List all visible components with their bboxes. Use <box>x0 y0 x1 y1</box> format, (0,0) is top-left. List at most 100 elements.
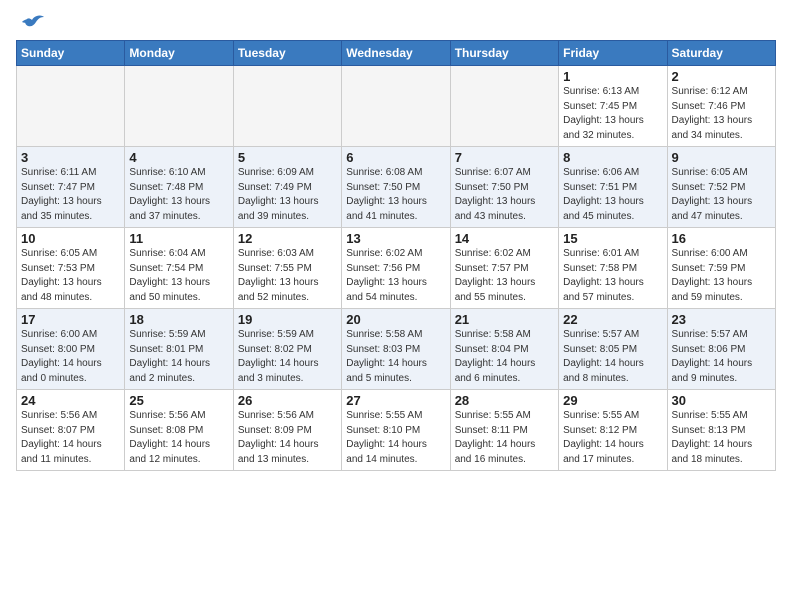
day-info: Sunrise: 6:01 AMSunset: 7:58 PMDaylight:… <box>563 247 662 305</box>
day-info: Sunrise: 6:07 AMSunset: 7:50 PMDaylight:… <box>455 166 554 224</box>
day-number: 6 <box>346 150 445 165</box>
day-info: Sunrise: 5:57 AMSunset: 8:06 PMDaylight:… <box>672 328 771 386</box>
calendar-cell <box>342 66 450 147</box>
weekday-header-thursday: Thursday <box>450 41 558 66</box>
calendar-cell: 28Sunrise: 5:55 AMSunset: 8:11 PMDayligh… <box>450 390 558 471</box>
day-number: 25 <box>129 393 228 408</box>
calendar-week-2: 3Sunrise: 6:11 AMSunset: 7:47 PMDaylight… <box>17 147 776 228</box>
calendar-week-1: 1Sunrise: 6:13 AMSunset: 7:45 PMDaylight… <box>17 66 776 147</box>
day-info: Sunrise: 5:58 AMSunset: 8:03 PMDaylight:… <box>346 328 445 386</box>
calendar-cell: 16Sunrise: 6:00 AMSunset: 7:59 PMDayligh… <box>667 228 775 309</box>
day-number: 19 <box>238 312 337 327</box>
calendar-cell: 10Sunrise: 6:05 AMSunset: 7:53 PMDayligh… <box>17 228 125 309</box>
day-info: Sunrise: 5:59 AMSunset: 8:01 PMDaylight:… <box>129 328 228 386</box>
calendar-cell: 25Sunrise: 5:56 AMSunset: 8:08 PMDayligh… <box>125 390 233 471</box>
logo-bird-icon <box>18 14 46 36</box>
day-number: 21 <box>455 312 554 327</box>
day-number: 3 <box>21 150 120 165</box>
day-number: 1 <box>563 69 662 84</box>
weekday-header-monday: Monday <box>125 41 233 66</box>
calendar-table: SundayMondayTuesdayWednesdayThursdayFrid… <box>16 40 776 471</box>
day-info: Sunrise: 6:05 AMSunset: 7:52 PMDaylight:… <box>672 166 771 224</box>
day-number: 15 <box>563 231 662 246</box>
day-info: Sunrise: 5:56 AMSunset: 8:08 PMDaylight:… <box>129 409 228 467</box>
day-info: Sunrise: 6:00 AMSunset: 7:59 PMDaylight:… <box>672 247 771 305</box>
day-info: Sunrise: 5:56 AMSunset: 8:09 PMDaylight:… <box>238 409 337 467</box>
calendar-cell: 5Sunrise: 6:09 AMSunset: 7:49 PMDaylight… <box>233 147 341 228</box>
day-info: Sunrise: 6:10 AMSunset: 7:48 PMDaylight:… <box>129 166 228 224</box>
day-number: 8 <box>563 150 662 165</box>
calendar-cell: 27Sunrise: 5:55 AMSunset: 8:10 PMDayligh… <box>342 390 450 471</box>
calendar-week-4: 17Sunrise: 6:00 AMSunset: 8:00 PMDayligh… <box>17 309 776 390</box>
day-number: 5 <box>238 150 337 165</box>
day-info: Sunrise: 5:55 AMSunset: 8:10 PMDaylight:… <box>346 409 445 467</box>
calendar-cell: 22Sunrise: 5:57 AMSunset: 8:05 PMDayligh… <box>559 309 667 390</box>
day-number: 30 <box>672 393 771 408</box>
calendar-cell: 18Sunrise: 5:59 AMSunset: 8:01 PMDayligh… <box>125 309 233 390</box>
weekday-header-wednesday: Wednesday <box>342 41 450 66</box>
day-info: Sunrise: 6:06 AMSunset: 7:51 PMDaylight:… <box>563 166 662 224</box>
calendar-cell: 1Sunrise: 6:13 AMSunset: 7:45 PMDaylight… <box>559 66 667 147</box>
day-info: Sunrise: 6:02 AMSunset: 7:56 PMDaylight:… <box>346 247 445 305</box>
day-info: Sunrise: 5:59 AMSunset: 8:02 PMDaylight:… <box>238 328 337 386</box>
calendar-cell: 19Sunrise: 5:59 AMSunset: 8:02 PMDayligh… <box>233 309 341 390</box>
day-number: 14 <box>455 231 554 246</box>
calendar-cell: 9Sunrise: 6:05 AMSunset: 7:52 PMDaylight… <box>667 147 775 228</box>
day-info: Sunrise: 5:58 AMSunset: 8:04 PMDaylight:… <box>455 328 554 386</box>
day-number: 29 <box>563 393 662 408</box>
calendar-cell: 14Sunrise: 6:02 AMSunset: 7:57 PMDayligh… <box>450 228 558 309</box>
day-info: Sunrise: 5:55 AMSunset: 8:13 PMDaylight:… <box>672 409 771 467</box>
day-number: 27 <box>346 393 445 408</box>
calendar-cell <box>233 66 341 147</box>
calendar-cell: 11Sunrise: 6:04 AMSunset: 7:54 PMDayligh… <box>125 228 233 309</box>
calendar-cell: 8Sunrise: 6:06 AMSunset: 7:51 PMDaylight… <box>559 147 667 228</box>
calendar-cell: 20Sunrise: 5:58 AMSunset: 8:03 PMDayligh… <box>342 309 450 390</box>
day-info: Sunrise: 5:55 AMSunset: 8:11 PMDaylight:… <box>455 409 554 467</box>
page: SundayMondayTuesdayWednesdayThursdayFrid… <box>0 0 792 487</box>
day-info: Sunrise: 6:09 AMSunset: 7:49 PMDaylight:… <box>238 166 337 224</box>
day-info: Sunrise: 5:57 AMSunset: 8:05 PMDaylight:… <box>563 328 662 386</box>
day-info: Sunrise: 6:00 AMSunset: 8:00 PMDaylight:… <box>21 328 120 386</box>
calendar-cell: 3Sunrise: 6:11 AMSunset: 7:47 PMDaylight… <box>17 147 125 228</box>
calendar-cell: 30Sunrise: 5:55 AMSunset: 8:13 PMDayligh… <box>667 390 775 471</box>
day-number: 22 <box>563 312 662 327</box>
day-info: Sunrise: 6:12 AMSunset: 7:46 PMDaylight:… <box>672 85 771 143</box>
day-info: Sunrise: 6:13 AMSunset: 7:45 PMDaylight:… <box>563 85 662 143</box>
calendar-cell: 23Sunrise: 5:57 AMSunset: 8:06 PMDayligh… <box>667 309 775 390</box>
day-info: Sunrise: 6:05 AMSunset: 7:53 PMDaylight:… <box>21 247 120 305</box>
calendar-cell <box>17 66 125 147</box>
calendar-cell <box>450 66 558 147</box>
header <box>16 10 776 34</box>
day-number: 28 <box>455 393 554 408</box>
calendar-cell: 4Sunrise: 6:10 AMSunset: 7:48 PMDaylight… <box>125 147 233 228</box>
day-number: 16 <box>672 231 771 246</box>
day-number: 20 <box>346 312 445 327</box>
day-number: 26 <box>238 393 337 408</box>
day-number: 11 <box>129 231 228 246</box>
day-number: 4 <box>129 150 228 165</box>
calendar-cell: 26Sunrise: 5:56 AMSunset: 8:09 PMDayligh… <box>233 390 341 471</box>
calendar-cell: 2Sunrise: 6:12 AMSunset: 7:46 PMDaylight… <box>667 66 775 147</box>
day-number: 23 <box>672 312 771 327</box>
calendar-header-row: SundayMondayTuesdayWednesdayThursdayFrid… <box>17 41 776 66</box>
weekday-header-tuesday: Tuesday <box>233 41 341 66</box>
day-number: 24 <box>21 393 120 408</box>
weekday-header-sunday: Sunday <box>17 41 125 66</box>
day-number: 13 <box>346 231 445 246</box>
day-info: Sunrise: 6:04 AMSunset: 7:54 PMDaylight:… <box>129 247 228 305</box>
calendar-week-3: 10Sunrise: 6:05 AMSunset: 7:53 PMDayligh… <box>17 228 776 309</box>
calendar-cell: 21Sunrise: 5:58 AMSunset: 8:04 PMDayligh… <box>450 309 558 390</box>
calendar-cell: 17Sunrise: 6:00 AMSunset: 8:00 PMDayligh… <box>17 309 125 390</box>
day-info: Sunrise: 6:02 AMSunset: 7:57 PMDaylight:… <box>455 247 554 305</box>
weekday-header-saturday: Saturday <box>667 41 775 66</box>
calendar-cell: 24Sunrise: 5:56 AMSunset: 8:07 PMDayligh… <box>17 390 125 471</box>
calendar-cell: 12Sunrise: 6:03 AMSunset: 7:55 PMDayligh… <box>233 228 341 309</box>
day-info: Sunrise: 6:08 AMSunset: 7:50 PMDaylight:… <box>346 166 445 224</box>
logo <box>16 10 46 34</box>
day-number: 9 <box>672 150 771 165</box>
calendar-cell <box>125 66 233 147</box>
day-number: 10 <box>21 231 120 246</box>
calendar-cell: 13Sunrise: 6:02 AMSunset: 7:56 PMDayligh… <box>342 228 450 309</box>
day-number: 12 <box>238 231 337 246</box>
calendar-cell: 29Sunrise: 5:55 AMSunset: 8:12 PMDayligh… <box>559 390 667 471</box>
